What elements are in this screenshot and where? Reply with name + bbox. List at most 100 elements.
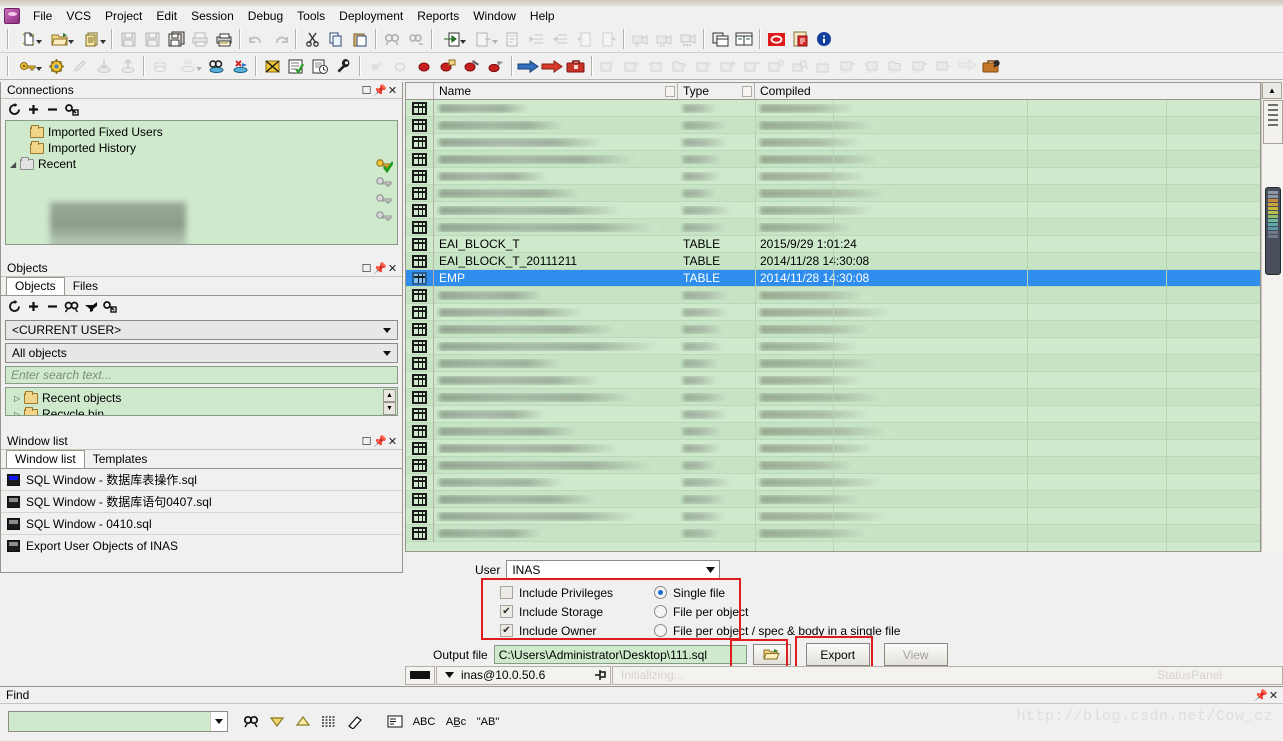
open-icon[interactable] xyxy=(44,28,76,51)
filter-icon[interactable] xyxy=(82,298,99,315)
menu-window[interactable]: Window xyxy=(466,7,523,25)
user-select[interactable]: INAS xyxy=(506,560,721,580)
object-search-icon[interactable] xyxy=(788,55,812,78)
tree-item-imported-fixed-users[interactable]: Imported Fixed Users xyxy=(6,124,397,140)
tab-objects[interactable]: Objects xyxy=(6,277,65,295)
tree-item-imported-history[interactable]: Imported History xyxy=(6,140,397,156)
object-new-icon[interactable] xyxy=(596,55,620,78)
object-prev-icon[interactable] xyxy=(644,55,668,78)
find-icon[interactable] xyxy=(240,711,262,732)
find-input[interactable] xyxy=(9,712,210,731)
column-header-type[interactable]: Type xyxy=(678,83,755,99)
export-table-icon[interactable] xyxy=(468,28,500,51)
menu-deployment[interactable]: Deployment xyxy=(332,7,410,25)
pin-icon[interactable]: 📌 xyxy=(1254,689,1268,702)
radio-single-file[interactable]: Single file xyxy=(654,583,900,602)
menu-project[interactable]: Project xyxy=(98,7,149,25)
object-type-filter-select[interactable]: All objects xyxy=(5,343,398,363)
menu-reports[interactable]: Reports xyxy=(410,7,466,25)
save-icon[interactable] xyxy=(116,28,140,51)
find-previous-icon[interactable] xyxy=(292,711,314,732)
maximize-icon[interactable]: ☐ xyxy=(360,84,373,97)
tree-expander[interactable]: ▷ xyxy=(14,410,24,416)
chevron-down-icon[interactable] xyxy=(379,345,395,361)
sql-template-icon[interactable]: SQL xyxy=(172,55,204,78)
test-window-icon[interactable] xyxy=(284,55,308,78)
checkbox-icon[interactable] xyxy=(500,605,513,618)
checkbox-icon[interactable] xyxy=(500,586,513,599)
tile-windows-icon[interactable] xyxy=(732,28,756,51)
whole-word-toggle[interactable]: AB̲c xyxy=(442,711,470,732)
add-icon[interactable] xyxy=(25,298,42,315)
print-setup-icon[interactable] xyxy=(212,28,236,51)
object-properties-icon[interactable] xyxy=(812,55,836,78)
cascade-windows-icon[interactable] xyxy=(708,28,732,51)
find-options-icon[interactable] xyxy=(384,711,406,732)
refresh-icon[interactable] xyxy=(6,101,23,118)
indent-icon[interactable] xyxy=(524,28,548,51)
menu-edit[interactable]: Edit xyxy=(149,7,184,25)
close-icon[interactable]: ✕ xyxy=(386,84,399,97)
object-forward-icon[interactable] xyxy=(692,55,716,78)
session-monitor-icon[interactable] xyxy=(308,55,332,78)
wrench-tools-icon[interactable] xyxy=(332,55,356,78)
browse-button[interactable] xyxy=(752,644,791,665)
scroll-up-arrow-icon[interactable]: ▲ xyxy=(1262,82,1282,99)
object-remove-icon[interactable] xyxy=(740,55,764,78)
radio-file-per-object[interactable]: File per object xyxy=(654,602,900,621)
redo-icon[interactable] xyxy=(268,28,292,51)
tab-templates[interactable]: Templates xyxy=(83,450,157,468)
object-big-arrow-icon[interactable] xyxy=(956,55,980,78)
add-icon[interactable] xyxy=(25,101,42,118)
uncomment-icon[interactable] xyxy=(596,28,620,51)
match-case-toggle[interactable]: ABC xyxy=(410,711,438,732)
disable-breakpoints-icon[interactable] xyxy=(460,55,484,78)
chevron-down-icon[interactable] xyxy=(701,567,719,573)
print-icon[interactable] xyxy=(188,28,212,51)
object-export-arrow-icon[interactable] xyxy=(932,55,956,78)
column-header-compiled[interactable]: Compiled xyxy=(755,83,1260,99)
tree-item-recent[interactable]: ◢ Recent xyxy=(6,156,397,172)
outdent-icon[interactable] xyxy=(548,28,572,51)
list-item[interactable]: Export User Objects of INAS xyxy=(1,535,402,557)
info-icon[interactable] xyxy=(812,28,836,51)
menu-debug[interactable]: Debug xyxy=(241,7,290,25)
tree-expander[interactable]: ◢ xyxy=(10,160,20,169)
regex-toggle[interactable]: "AB" xyxy=(474,711,502,732)
connection-status[interactable]: inas@10.0.50.6 xyxy=(436,665,611,685)
menu-tools[interactable]: Tools xyxy=(290,7,332,25)
list-item[interactable]: SQL Window - 数据库表操作.sql xyxy=(1,469,402,491)
menu-vcs[interactable]: VCS xyxy=(59,7,98,25)
export-button[interactable]: Export xyxy=(805,643,870,666)
tree-item-recent-objects[interactable]: ▷ Recent objects xyxy=(6,390,397,406)
radio-icon[interactable] xyxy=(654,605,667,618)
clear-breakpoints-icon[interactable] xyxy=(484,55,508,78)
pdf-icon[interactable] xyxy=(788,28,812,51)
object-open-icon[interactable] xyxy=(668,55,692,78)
undo-icon[interactable] xyxy=(244,28,268,51)
debug-toolbox-icon[interactable] xyxy=(564,55,588,78)
object-folder-dots-icon[interactable] xyxy=(884,55,908,78)
edit-pencil-icon[interactable] xyxy=(68,55,92,78)
pin-icon[interactable]: 📌 xyxy=(373,84,387,97)
main-vertical-scrollbar[interactable]: ▲ xyxy=(1261,82,1283,552)
breakpoints-list-icon[interactable] xyxy=(436,55,460,78)
objects-tree-scrollbar[interactable]: ▲ ▼ xyxy=(383,389,396,415)
radio-icon[interactable] xyxy=(654,624,667,637)
list-item[interactable]: SQL Window - 数据库语句0407.sql xyxy=(1,491,402,513)
object-next-icon[interactable] xyxy=(620,55,644,78)
connections-tree[interactable]: Imported Fixed Users Imported History ◢ … xyxy=(5,120,398,245)
menu-file[interactable]: File xyxy=(26,7,59,25)
open-session-icon[interactable] xyxy=(204,55,228,78)
logon-icon[interactable] xyxy=(12,55,44,78)
edit-connection-icon[interactable] xyxy=(63,101,80,118)
maximize-icon[interactable]: ☐ xyxy=(360,262,373,275)
explain-plan-icon[interactable] xyxy=(260,55,284,78)
maximize-icon[interactable]: ☐ xyxy=(360,435,373,448)
copy-icon[interactable] xyxy=(324,28,348,51)
close-icon[interactable]: ✕ xyxy=(1267,689,1280,702)
object-dots-prev-icon[interactable] xyxy=(860,55,884,78)
find-icon[interactable] xyxy=(63,298,80,315)
macro-list-icon[interactable] xyxy=(676,28,700,51)
column-header-name[interactable]: Name xyxy=(434,83,678,99)
